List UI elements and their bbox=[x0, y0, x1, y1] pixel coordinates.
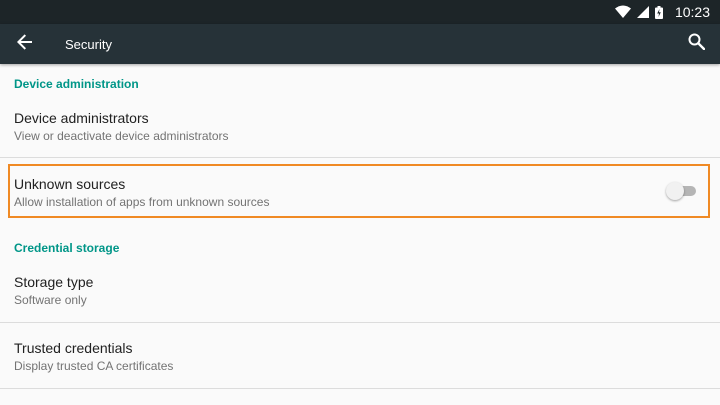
pref-summary: View or deactivate device administrators bbox=[14, 129, 229, 143]
status-bar: 10:23 bbox=[0, 0, 720, 24]
wifi-icon bbox=[614, 5, 631, 19]
status-time: 10:23 bbox=[674, 4, 710, 20]
app-bar: Security bbox=[0, 24, 720, 64]
unknown-sources-switch[interactable] bbox=[666, 182, 698, 200]
pref-title: Unknown sources bbox=[14, 176, 126, 192]
divider bbox=[0, 157, 720, 158]
pref-summary: Allow installation of apps from unknown … bbox=[14, 195, 270, 209]
pref-summary: Display trusted CA certificates bbox=[14, 359, 174, 373]
cell-signal-icon bbox=[636, 6, 649, 18]
pref-unknown-sources[interactable]: Unknown sources Allow installation of ap… bbox=[0, 176, 720, 209]
search-button[interactable] bbox=[684, 24, 708, 64]
status-icons: 10:23 bbox=[614, 4, 710, 20]
arrow-back-icon bbox=[17, 33, 33, 55]
section-header-device-administration: Device administration bbox=[14, 77, 139, 91]
switch-thumb bbox=[666, 182, 684, 200]
pref-device-administrators[interactable]: Device administrators View or deactivate… bbox=[0, 110, 720, 143]
pref-title: Storage type bbox=[14, 274, 94, 290]
back-button[interactable] bbox=[1, 24, 49, 64]
section-header-credential-storage: Credential storage bbox=[14, 241, 120, 255]
pref-title: Trusted credentials bbox=[14, 340, 133, 356]
divider bbox=[0, 388, 720, 389]
pref-title: Device administrators bbox=[14, 110, 149, 126]
divider bbox=[0, 322, 720, 323]
page-title: Security bbox=[65, 36, 112, 52]
pref-storage-type[interactable]: Storage type Software only bbox=[0, 274, 720, 307]
pref-trusted-credentials[interactable]: Trusted credentials Display trusted CA c… bbox=[0, 340, 720, 373]
battery-icon bbox=[654, 5, 663, 19]
search-icon bbox=[688, 33, 705, 55]
pref-summary: Software only bbox=[14, 293, 87, 307]
